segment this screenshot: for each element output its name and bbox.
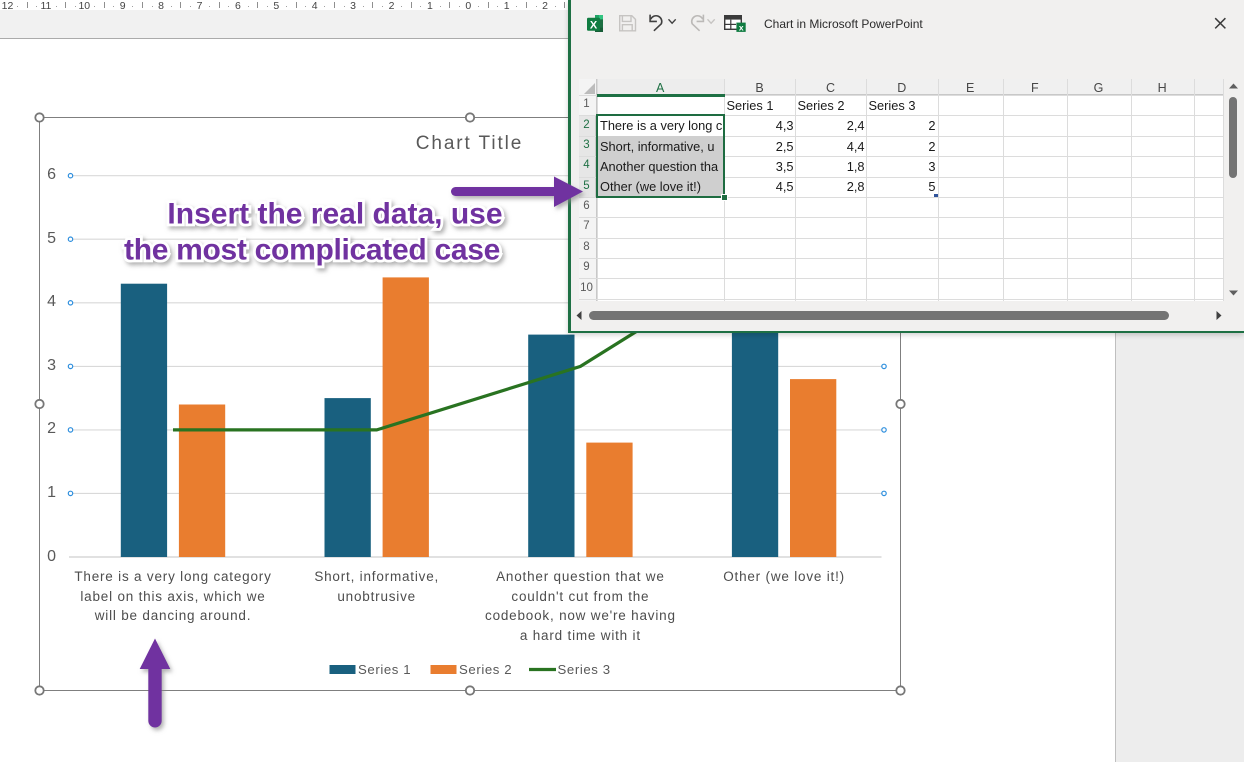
svg-text:the most complicated case: the most complicated case xyxy=(124,234,500,267)
svg-text:Insert the real data, use: Insert the real data, use xyxy=(167,198,502,231)
